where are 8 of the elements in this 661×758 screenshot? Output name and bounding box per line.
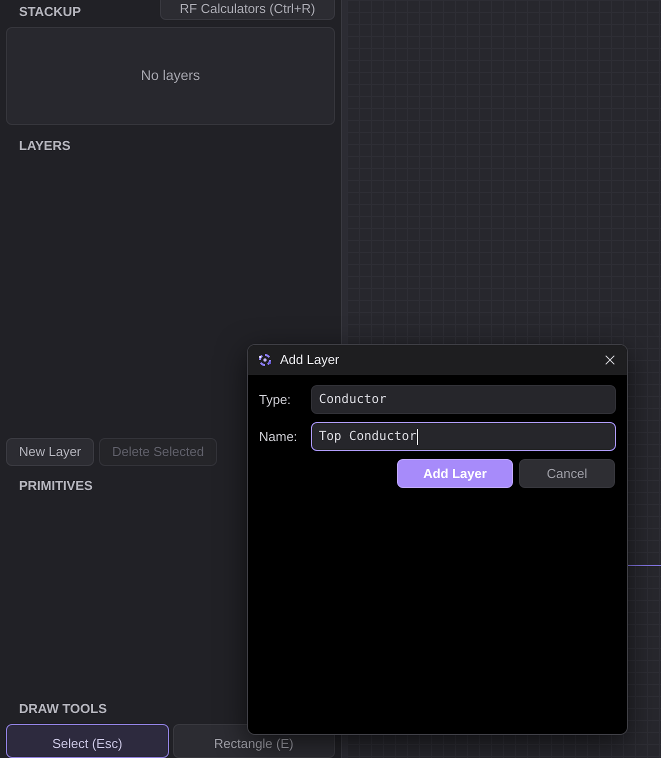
empty-stackup-text: No layers bbox=[140, 66, 200, 86]
field-label: Type: bbox=[259, 390, 292, 409]
field-label: Name: bbox=[259, 428, 298, 446]
section-heading: STACKUP bbox=[19, 4, 81, 19]
section-heading: LAYERS bbox=[19, 138, 71, 153]
section-heading: PRIMITIVES bbox=[19, 478, 93, 493]
section-heading: DRAW TOOLS bbox=[19, 701, 107, 716]
dialog-title: Add Layer bbox=[280, 351, 340, 370]
